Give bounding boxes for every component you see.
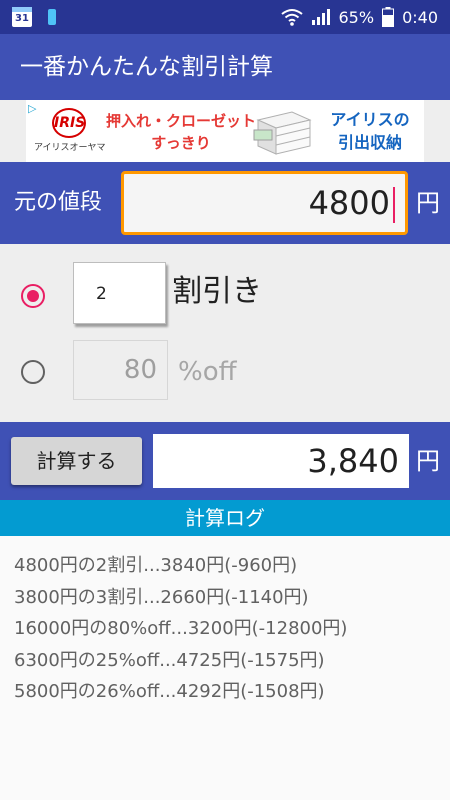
ad-right-text: アイリスの 引出収納 <box>320 108 420 154</box>
calculate-button[interactable]: 計算する <box>11 437 142 485</box>
ad-banner[interactable]: ▷ IRIS アイリスオーヤマ 押入れ・クローゼット すっきり アイリスの 引出… <box>26 100 424 162</box>
ad-logo: IRIS アイリスオーヤマ <box>34 108 106 156</box>
signal-icon <box>311 9 330 25</box>
ad-line-2: すっきり <box>151 134 211 152</box>
calendar-day: 31 <box>15 13 29 24</box>
calendar-icon: 31 <box>12 7 32 27</box>
wari-input[interactable]: 2 <box>73 262 166 324</box>
clock-time: 0:40 <box>402 7 438 27</box>
log-item: 4800円の2割引...3840円(-960円) <box>14 555 298 576</box>
original-price-value-wrap: 4800 <box>309 174 395 232</box>
percent-off-radio[interactable] <box>21 360 45 384</box>
ad-line-1: 押入れ・クローゼット <box>106 112 257 130</box>
battery-percent: 65% <box>338 7 375 27</box>
original-price-row: 元の値段 4800 円 <box>0 162 450 244</box>
log-item: 16000円の80%off...3200円(-12800円) <box>14 618 348 639</box>
ad-right-line-2: 引出収納 <box>337 133 402 152</box>
percent-off-input[interactable]: 80 <box>73 340 168 400</box>
log-list: 4800円の2割引...3840円(-960円) 3800円の3割引...266… <box>14 550 444 708</box>
app-title: 一番かんたんな割引計算 <box>20 54 273 80</box>
result-value: 3,840 <box>307 442 399 480</box>
text-cursor <box>393 187 395 223</box>
log-item: 6300円の25%off...4725円(-1575円) <box>14 649 325 671</box>
battery-small-icon <box>48 9 56 25</box>
log-area[interactable]: 4800円の2割引...3840円(-960円) 3800円の3割引...266… <box>0 536 450 800</box>
app-bar: 一番かんたんな割引計算 <box>0 34 450 100</box>
wifi-icon <box>280 9 303 26</box>
original-price-value: 4800 <box>308 184 390 222</box>
wari-value: 2 <box>96 284 107 304</box>
percent-off-label: %off <box>178 357 237 387</box>
ad-logo-text: アイリスオーヤマ <box>34 143 106 153</box>
result-unit: 円 <box>416 447 440 475</box>
result-display: 3,840 <box>153 434 409 488</box>
original-price-label: 元の値段 <box>14 190 103 215</box>
original-price-unit: 円 <box>416 189 440 217</box>
log-header: 計算ログ <box>0 500 450 536</box>
original-price-input[interactable]: 4800 <box>121 171 408 235</box>
discount-options: 2 割引き 80 %off <box>0 244 450 422</box>
drawer-product-image <box>253 111 312 155</box>
ad-logo-mark: IRIS <box>52 108 86 138</box>
log-item: 5800円の26%off...4292円(-1508円) <box>14 681 325 702</box>
wari-label: 割引き <box>172 274 262 309</box>
battery-icon <box>382 7 395 27</box>
status-icons: 65% 0:40 <box>280 0 438 34</box>
percent-off-value: 80 <box>123 355 157 385</box>
status-bar: 31 65% 0:40 <box>0 0 450 34</box>
log-item: 3800円の3割引...2660円(-1140円) <box>14 586 309 608</box>
wari-radio[interactable] <box>21 284 45 308</box>
result-row: 計算する 3,840 円 <box>0 422 450 500</box>
ad-right-line-1: アイリスの <box>330 110 410 129</box>
ad-headline: 押入れ・クローゼット すっきり <box>106 110 256 154</box>
